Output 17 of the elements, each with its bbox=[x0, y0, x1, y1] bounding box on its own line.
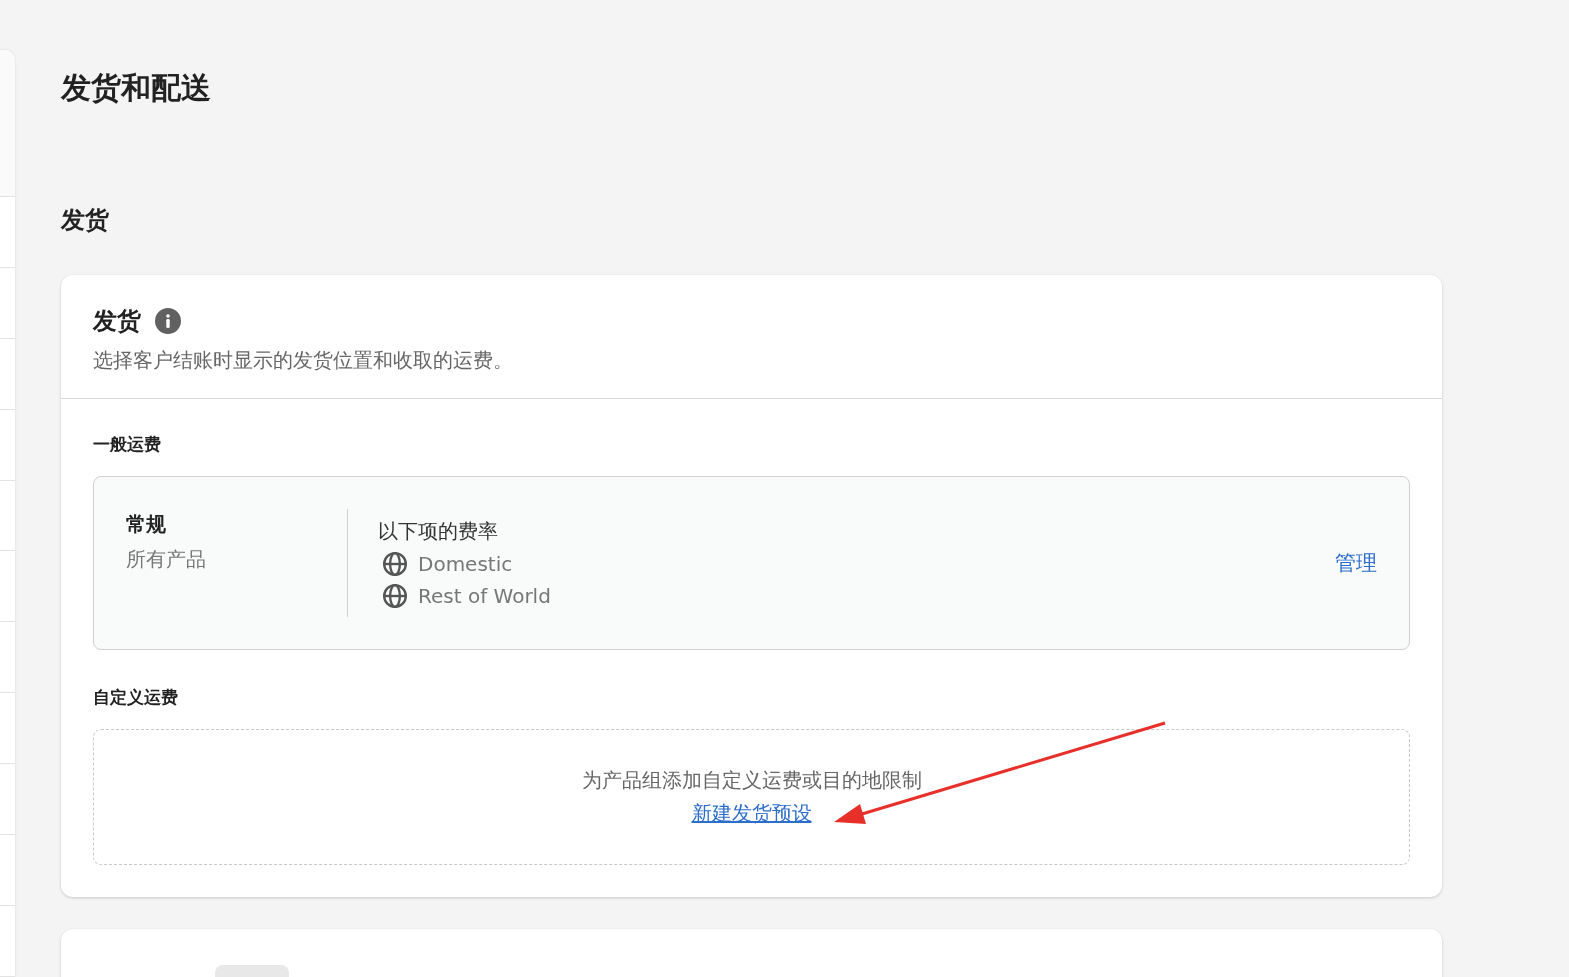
profile-scope: 所有产品 bbox=[126, 546, 207, 573]
card-description: 选择客户结账时显示的发货位置和收取的运费。 bbox=[93, 347, 514, 374]
profile-name: 常规 bbox=[126, 511, 167, 538]
rates-label: 以下项的费率 bbox=[378, 517, 499, 545]
zone-name: Domestic bbox=[418, 551, 513, 576]
manage-link[interactable]: 管理 bbox=[1335, 549, 1377, 577]
zone-name: Rest of World bbox=[418, 583, 551, 608]
general-rates-label: 一般运费 bbox=[93, 433, 162, 456]
new-profile-link[interactable]: 新建发货预设 bbox=[691, 800, 812, 827]
page-title: 发货和配送 bbox=[61, 69, 212, 107]
custom-rates-label: 自定义运费 bbox=[93, 686, 179, 709]
section-heading: 发货 bbox=[61, 205, 110, 235]
globe-icon bbox=[382, 550, 408, 577]
info-icon[interactable] bbox=[155, 308, 181, 334]
empty-state-text: 为产品组添加自定义运费或目的地限制 bbox=[581, 767, 922, 794]
globe-icon bbox=[382, 582, 408, 609]
card-title: 发货 bbox=[93, 306, 141, 337]
